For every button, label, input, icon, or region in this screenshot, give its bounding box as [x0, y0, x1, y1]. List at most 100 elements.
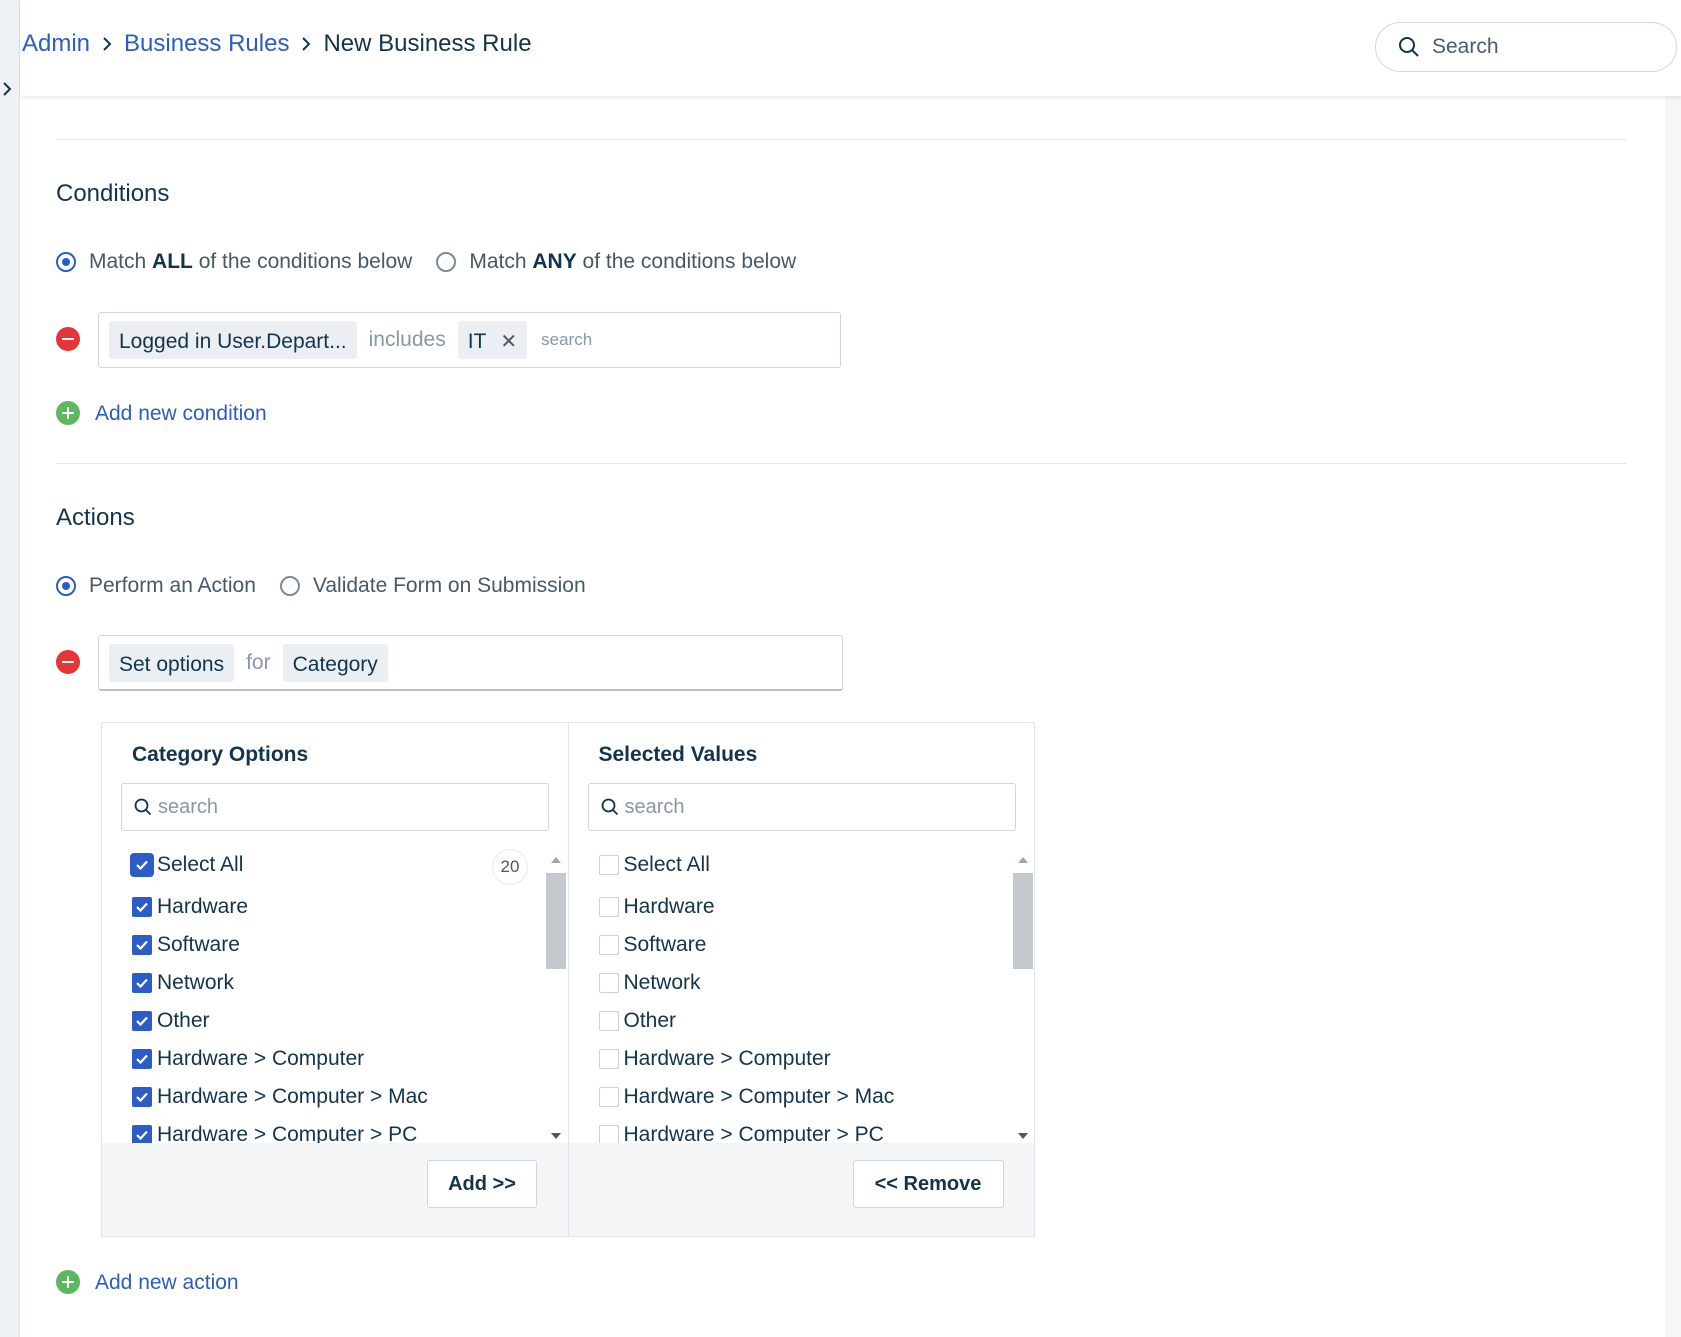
list-item[interactable]: Network: [598, 971, 701, 995]
item-label: Hardware > Computer > PC: [623, 1123, 884, 1145]
breadcrumb: Admin Business Rules New Business Rule: [22, 30, 532, 58]
list-item[interactable]: Hardware: [598, 895, 715, 919]
checkbox[interactable]: [598, 897, 619, 917]
item-label: Hardware: [623, 895, 715, 918]
item-label: Hardware > Computer > Mac: [157, 1085, 428, 1108]
match-all-label[interactable]: Match ALL of the conditions below: [89, 250, 412, 274]
perform-action-label[interactable]: Perform an Action: [89, 574, 256, 598]
list-item[interactable]: Other: [598, 1009, 676, 1033]
remove-condition-button[interactable]: [56, 327, 80, 351]
remove-button[interactable]: << Remove: [852, 1160, 1004, 1208]
validate-form-radio[interactable]: [279, 576, 300, 596]
checkbox[interactable]: [132, 1049, 152, 1069]
search-placeholder: Search: [1432, 35, 1499, 58]
panel-footer: << Remove: [568, 1143, 1034, 1236]
match-all-radio[interactable]: [56, 252, 76, 272]
list-item[interactable]: Network: [132, 971, 234, 995]
condition-search-input[interactable]: search: [541, 330, 592, 350]
global-search-input[interactable]: Search: [1375, 22, 1677, 72]
list-item[interactable]: Software: [598, 933, 706, 957]
checkbox[interactable]: [132, 1125, 152, 1145]
divider: [56, 139, 1626, 140]
action-type[interactable]: Set options: [109, 643, 235, 682]
breadcrumb-business-rules[interactable]: Business Rules: [124, 30, 289, 58]
list-item[interactable]: Hardware > Computer > Mac: [598, 1085, 895, 1109]
checkbox[interactable]: [598, 1087, 619, 1107]
item-label: Network: [623, 971, 701, 994]
item-label: Hardware > Computer > Mac: [623, 1085, 895, 1108]
add-button[interactable]: Add >>: [427, 1160, 537, 1208]
condition-operator[interactable]: includes: [369, 328, 446, 352]
selected-list: Select All Hardware Software Network Oth…: [569, 845, 1035, 1145]
chevron-right-icon: [301, 36, 311, 52]
add-condition-link[interactable]: Add new condition: [95, 402, 267, 426]
divider: [56, 463, 1626, 464]
checkbox[interactable]: [132, 1011, 152, 1031]
checkbox[interactable]: [132, 973, 152, 993]
list-item[interactable]: Hardware > Computer > PC: [598, 1123, 884, 1145]
checkbox[interactable]: [598, 1049, 619, 1069]
list-item[interactable]: Hardware: [132, 895, 248, 919]
item-label: Hardware > Computer: [157, 1047, 365, 1070]
checkbox[interactable]: [132, 1087, 152, 1107]
item-label: Hardware: [157, 895, 249, 918]
search-icon: [134, 798, 152, 816]
list-item[interactable]: Hardware > Computer > Mac: [132, 1085, 428, 1109]
select-all-options[interactable]: Select All: [132, 853, 243, 877]
options-count-badge: 20: [492, 849, 528, 885]
panel-title: Category Options: [132, 743, 309, 766]
scroll-thumb[interactable]: [546, 873, 566, 969]
selected-search-input[interactable]: search: [587, 783, 1016, 831]
scroll-up-icon[interactable]: [551, 857, 561, 863]
item-label: Select All: [157, 853, 244, 876]
breadcrumb-admin[interactable]: Admin: [22, 30, 90, 58]
add-action-icon[interactable]: [56, 1270, 80, 1294]
selected-scrollbar[interactable]: [1012, 853, 1034, 1145]
list-item[interactable]: Software: [132, 933, 240, 957]
match-any-radio[interactable]: [436, 252, 457, 272]
action-target-field[interactable]: Category: [282, 643, 388, 682]
checkbox[interactable]: [598, 973, 619, 993]
action-expression: Set options for Category: [98, 635, 843, 691]
search-icon: [601, 798, 618, 816]
checkbox[interactable]: [132, 935, 152, 955]
options-search-input[interactable]: search: [121, 783, 549, 831]
condition-field[interactable]: Logged in User.Depart...: [109, 321, 357, 359]
checkbox[interactable]: [598, 1011, 619, 1031]
condition-value-tag: IT ✕: [457, 321, 528, 359]
expand-sidebar-icon[interactable]: [0, 76, 14, 102]
remove-action-button[interactable]: [56, 650, 80, 674]
selected-values-panel: Selected Values search Select All Hardwa…: [567, 723, 1035, 1236]
item-label: Network: [157, 971, 235, 994]
validate-form-label[interactable]: Validate Form on Submission: [313, 574, 586, 598]
list-item[interactable]: Hardware > Computer > PC: [132, 1123, 417, 1145]
conditions-title: Conditions: [56, 180, 170, 207]
select-all-selected[interactable]: Select All: [598, 853, 710, 877]
scroll-down-icon[interactable]: [551, 1133, 561, 1139]
add-action-link[interactable]: Add new action: [95, 1271, 239, 1295]
checkbox[interactable]: [598, 1125, 619, 1145]
list-item[interactable]: Other: [132, 1009, 210, 1033]
checkbox[interactable]: [598, 855, 619, 875]
scroll-up-icon[interactable]: [1017, 857, 1028, 863]
options-scrollbar[interactable]: [545, 853, 567, 1145]
add-condition-icon[interactable]: [56, 401, 80, 425]
scroll-thumb[interactable]: [1012, 873, 1033, 969]
list-item[interactable]: Hardware > Computer: [132, 1047, 364, 1071]
scroll-down-icon[interactable]: [1017, 1133, 1028, 1139]
search-icon: [1399, 37, 1419, 57]
close-icon[interactable]: ✕: [500, 331, 517, 353]
perform-action-radio[interactable]: [56, 576, 76, 596]
checkbox[interactable]: [132, 855, 152, 875]
checkbox[interactable]: [598, 935, 619, 955]
main-content: Admin Business Rules New Business Rule S…: [20, 0, 1681, 1337]
list-item[interactable]: Hardware > Computer: [598, 1047, 831, 1071]
checkbox[interactable]: [132, 897, 152, 917]
page-header: Admin Business Rules New Business Rule S…: [20, 0, 1681, 96]
page-scroll-track[interactable]: [1665, 0, 1681, 1337]
actions-title: Actions: [56, 504, 135, 531]
chevron-right-icon: [102, 36, 112, 52]
match-any-label[interactable]: Match ANY of the conditions below: [469, 250, 796, 274]
left-rail: [0, 0, 20, 1337]
item-label: Hardware > Computer: [623, 1047, 831, 1070]
